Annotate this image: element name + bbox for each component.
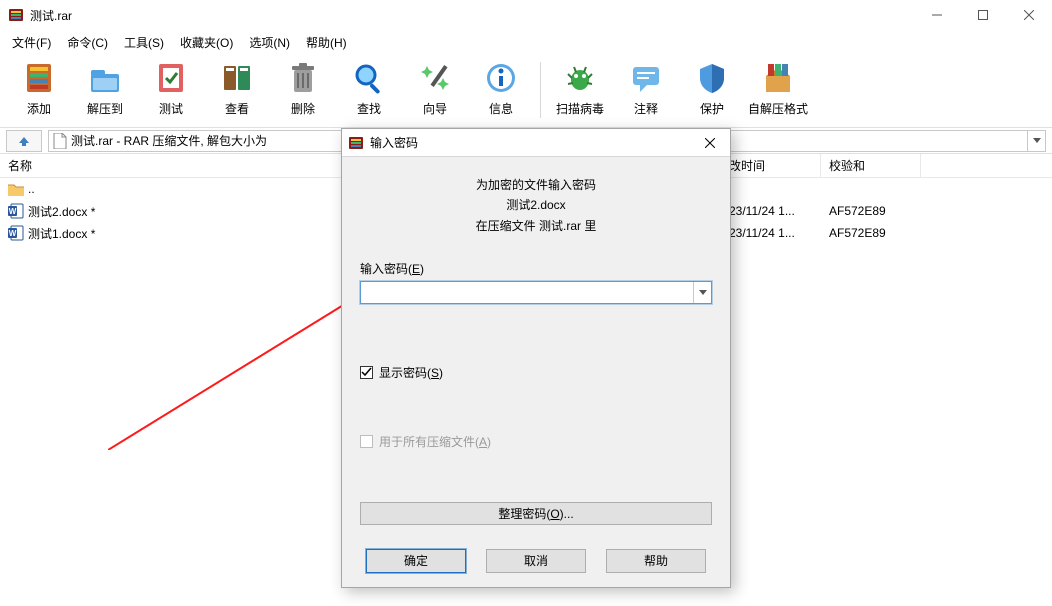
organize-passwords-button[interactable]: 整理密码(O)... xyxy=(360,502,712,525)
tool-label: 向导 xyxy=(423,100,447,117)
password-dialog: 输入密码 为加密的文件输入密码 测试2.docx 在压缩文件 测试.rar 里 … xyxy=(341,128,731,588)
tool-sfx[interactable]: 自解压格式 xyxy=(745,58,811,124)
col-mtime[interactable]: 改时间 xyxy=(721,154,821,177)
cancel-button[interactable]: 取消 xyxy=(486,549,586,573)
find-icon xyxy=(351,60,387,96)
tool-label: 注释 xyxy=(634,100,658,117)
minimize-button[interactable] xyxy=(914,0,960,30)
delete-icon xyxy=(285,60,321,96)
tool-label: 添加 xyxy=(27,100,51,117)
titlebar: 测试.rar xyxy=(0,0,1052,30)
show-password-checkbox[interactable] xyxy=(360,366,373,379)
tool-test[interactable]: 测试 xyxy=(138,58,204,124)
virus-icon xyxy=(562,60,598,96)
menu-commands[interactable]: 命令(C) xyxy=(59,32,116,53)
tool-label: 测试 xyxy=(159,100,183,117)
svg-text:W: W xyxy=(9,207,17,216)
tool-protect[interactable]: 保护 xyxy=(679,58,745,124)
tool-extract[interactable]: 解压到 xyxy=(72,58,138,124)
archive-file-icon xyxy=(53,133,67,149)
password-input[interactable] xyxy=(361,282,693,303)
extract-icon xyxy=(87,60,123,96)
sfx-icon xyxy=(760,60,796,96)
file-name: 测试2.docx * xyxy=(28,203,95,220)
all-archives-checkbox xyxy=(360,435,373,448)
word-doc-icon: W xyxy=(8,203,24,219)
all-archives-label: 用于所有压缩文件(A) xyxy=(379,433,491,450)
tool-label: 扫描病毒 xyxy=(556,100,604,117)
tool-label: 自解压格式 xyxy=(748,100,808,117)
dialog-message-line1: 为加密的文件输入密码 xyxy=(360,175,712,195)
tool-add[interactable]: 添加 xyxy=(6,58,72,124)
toolbar-separator xyxy=(540,62,541,118)
tool-view[interactable]: 查看 xyxy=(204,58,270,124)
annotation-arrow xyxy=(108,290,368,450)
up-arrow-icon xyxy=(17,135,31,147)
file-crc-cell: AF572E89 xyxy=(821,226,921,240)
comment-icon xyxy=(628,60,664,96)
test-icon xyxy=(153,60,189,96)
file-crc-cell: AF572E89 xyxy=(821,204,921,218)
winrar-icon xyxy=(8,7,24,23)
help-button[interactable]: 帮助 xyxy=(606,549,706,573)
menu-help[interactable]: 帮助(H) xyxy=(298,32,355,53)
window-title: 测试.rar xyxy=(30,7,72,24)
address-text: 测试.rar - RAR 压缩文件, 解包大小为 xyxy=(71,132,267,149)
toolbar: 添加 解压到 测试 查看 删除 查找 向导 xyxy=(0,54,1052,128)
tool-find[interactable]: 查找 xyxy=(336,58,402,124)
wizard-icon xyxy=(417,60,453,96)
menu-file[interactable]: 文件(F) xyxy=(4,32,59,53)
winrar-icon xyxy=(348,135,364,151)
view-icon xyxy=(219,60,255,96)
password-history-dropdown[interactable] xyxy=(693,282,711,303)
protect-icon xyxy=(694,60,730,96)
show-password-label: 显示密码(S) xyxy=(379,364,443,381)
menu-favorites[interactable]: 收藏夹(O) xyxy=(172,32,241,53)
ok-button[interactable]: 确定 xyxy=(366,549,466,573)
menu-options[interactable]: 选项(N) xyxy=(241,32,298,53)
file-name: .. xyxy=(28,182,35,196)
all-archives-row: 用于所有压缩文件(A) xyxy=(360,433,712,450)
tool-info[interactable]: 信息 xyxy=(468,58,534,124)
add-icon xyxy=(21,60,57,96)
tool-label: 信息 xyxy=(489,100,513,117)
tool-label: 删除 xyxy=(291,100,315,117)
tool-label: 解压到 xyxy=(87,100,123,117)
dialog-title: 输入密码 xyxy=(370,134,690,151)
file-mtime-cell: 23/11/24 1... xyxy=(721,226,821,240)
dialog-button-row: 确定 取消 帮助 xyxy=(360,549,712,587)
word-doc-icon: W xyxy=(8,225,24,241)
maximize-button[interactable] xyxy=(960,0,1006,30)
dialog-titlebar: 输入密码 xyxy=(342,129,730,157)
nav-up-button[interactable] xyxy=(6,130,42,152)
svg-text:W: W xyxy=(9,229,17,238)
tool-label: 查找 xyxy=(357,100,381,117)
dialog-message-line2: 测试2.docx xyxy=(360,195,712,215)
tool-delete[interactable]: 删除 xyxy=(270,58,336,124)
file-mtime-cell: 23/11/24 1... xyxy=(721,204,821,218)
tool-label: 查看 xyxy=(225,100,249,117)
dialog-close-button[interactable] xyxy=(690,129,730,157)
file-name: 测试1.docx * xyxy=(28,225,95,242)
info-icon xyxy=(483,60,519,96)
dialog-message: 为加密的文件输入密码 测试2.docx 在压缩文件 测试.rar 里 xyxy=(360,175,712,236)
dialog-message-line3: 在压缩文件 测试.rar 里 xyxy=(360,216,712,236)
menubar: 文件(F) 命令(C) 工具(S) 收藏夹(O) 选项(N) 帮助(H) xyxy=(0,30,1052,54)
show-password-row: 显示密码(S) xyxy=(360,364,712,381)
password-input-wrap xyxy=(360,281,712,304)
check-icon xyxy=(361,367,372,378)
tool-label: 保护 xyxy=(700,100,724,117)
window-close-button[interactable] xyxy=(1006,0,1052,30)
tool-comment[interactable]: 注释 xyxy=(613,58,679,124)
col-crc[interactable]: 校验和 xyxy=(821,154,921,177)
menu-tools[interactable]: 工具(S) xyxy=(116,32,172,53)
address-dropdown[interactable] xyxy=(1027,130,1045,152)
tool-virus[interactable]: 扫描病毒 xyxy=(547,58,613,124)
tool-wizard[interactable]: 向导 xyxy=(402,58,468,124)
password-input-label: 输入密码(E) xyxy=(360,260,712,277)
folder-up-icon xyxy=(8,182,24,196)
